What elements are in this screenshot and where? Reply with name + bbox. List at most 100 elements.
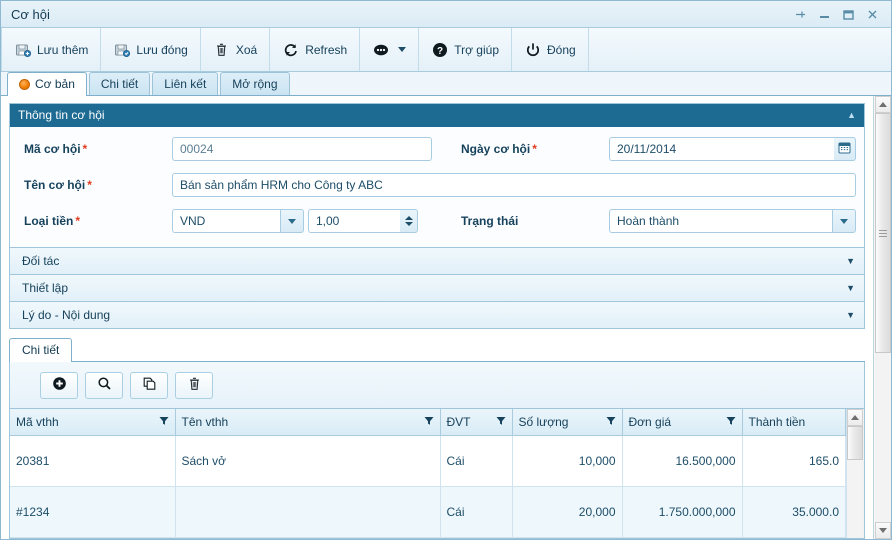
tab-chi-tiet-label: Chi tiết — [100, 77, 139, 91]
table-header-row: Mã vthh Tên vthh ĐVT Số lượng Đơn giá Th… — [10, 409, 846, 436]
filter-icon[interactable] — [726, 415, 736, 429]
loai-tien-dropdown-button[interactable] — [280, 209, 304, 233]
detail-tabs: Chi tiết — [9, 338, 865, 362]
stepper-down-icon[interactable] — [404, 222, 413, 226]
stepper-up-icon[interactable] — [404, 216, 413, 220]
minimize-window-icon[interactable] — [818, 8, 831, 21]
cell-ma-vthh[interactable]: 20381 — [10, 435, 176, 487]
delete-label: Xoá — [235, 42, 258, 57]
close-label: Đóng — [547, 42, 576, 57]
toolbar-filler — [589, 28, 891, 71]
table-row[interactable]: 20381 Sách vở Cái 10,000 16.500,000 165.… — [10, 435, 846, 487]
calendar-button[interactable] — [834, 137, 856, 161]
trang-thai-label: Trạng thái — [461, 214, 609, 228]
refresh-label: Refresh — [305, 42, 348, 57]
window-controls — [794, 8, 885, 21]
save-close-button[interactable]: Lưu đóng — [101, 28, 201, 71]
filter-icon[interactable] — [424, 415, 434, 429]
cell-don-gia[interactable]: 1.750.000,000 — [622, 486, 743, 538]
scroll-down-button[interactable] — [874, 522, 891, 539]
grid-scroll-up-button[interactable] — [847, 409, 863, 426]
info-panel-body: Mã cơ hội * 00024 Ngày cơ hội * 20/11/2014 — [10, 127, 864, 247]
add-row-button[interactable] — [40, 371, 78, 399]
pin-window-icon[interactable] — [794, 8, 807, 21]
col-thanh-tien[interactable]: Thành tiền — [742, 409, 846, 436]
cell-don-gia[interactable]: 16.500,000 — [622, 435, 743, 487]
scroll-track[interactable] — [874, 113, 891, 522]
loai-tien-value[interactable]: VND — [172, 209, 280, 233]
trang-thai-dropdown-button[interactable] — [832, 209, 856, 233]
form-area: Thông tin cơ hội ▲ Mã cơ hội * 00024 Ngà… — [1, 96, 873, 248]
section-ly-do-noi-dung[interactable]: Lý do - Nội dung ▼ — [9, 302, 865, 329]
refresh-button[interactable]: Refresh — [270, 28, 361, 71]
grid-vertical-scrollbar[interactable] — [846, 409, 864, 538]
col-ma-vthh[interactable]: Mã vthh — [10, 409, 176, 436]
filter-icon[interactable] — [159, 415, 169, 429]
chevron-down-icon: ▼ — [846, 255, 855, 266]
col-ten-vthh[interactable]: Tên vthh — [175, 409, 441, 436]
ma-co-hoi-input[interactable]: 00024 — [172, 137, 432, 161]
delete-row-button[interactable] — [175, 371, 213, 399]
section-thiet-lap[interactable]: Thiết lập ▼ — [9, 275, 865, 302]
form-row-3: Loại tiền * VND 1,00 Trạng thái Hoàn thà… — [24, 209, 856, 233]
copy-button[interactable] — [130, 371, 168, 399]
ty-gia-input[interactable]: 1,00 — [308, 209, 400, 233]
form-vertical-scrollbar[interactable] — [873, 96, 891, 539]
cell-thanh-tien[interactable]: 165.0 — [742, 435, 846, 487]
col-dvt[interactable]: ĐVT — [440, 409, 513, 436]
table-row[interactable]: #1234 Cái 20,000 1.750.000,000 35.000.0 — [10, 486, 846, 538]
trang-thai-combo[interactable]: Hoàn thành — [609, 209, 856, 233]
col-so-luong-label: Số lượng — [518, 415, 569, 429]
cell-so-luong[interactable]: 10,000 — [512, 435, 623, 487]
main-toolbar: Lưu thêm Lưu đóng Xoá Refresh ? Trợ giúp… — [1, 28, 891, 72]
cell-dvt[interactable]: Cái — [440, 435, 513, 487]
cell-dvt[interactable]: Cái — [440, 486, 513, 538]
triangle-down-icon — [878, 528, 887, 533]
close-window-icon[interactable] — [866, 8, 879, 21]
section-doi-tac-label: Đối tác — [22, 253, 60, 268]
filter-icon[interactable] — [496, 415, 506, 429]
tab-lien-ket[interactable]: Liên kết — [152, 72, 219, 95]
col-thanh-tien-label: Thành tiền — [748, 415, 806, 429]
col-dvt-label: ĐVT — [446, 415, 471, 429]
scroll-thumb[interactable] — [874, 113, 891, 353]
tab-chi-tiet[interactable]: Chi tiết — [88, 72, 151, 95]
col-don-gia[interactable]: Đơn giá — [622, 409, 743, 436]
trang-thai-value[interactable]: Hoàn thành — [609, 209, 832, 233]
tab-mo-rong[interactable]: Mở rộng — [220, 72, 290, 95]
detail-tab-chi-tiet[interactable]: Chi tiết — [9, 338, 73, 362]
help-button[interactable]: ? Trợ giúp — [419, 28, 512, 71]
scroll-up-button[interactable] — [874, 96, 891, 113]
cell-ma-vthh[interactable]: #1234 — [10, 486, 176, 538]
ten-co-hoi-input[interactable]: Bán sản phẩm HRM cho Công ty ABC — [172, 173, 856, 197]
ngay-co-hoi-input[interactable]: 20/11/2014 — [609, 137, 834, 161]
grid-scroll-thumb[interactable] — [847, 426, 863, 460]
section-doi-tac[interactable]: Đối tác ▼ — [9, 248, 865, 275]
loai-tien-combo[interactable]: VND — [172, 209, 304, 233]
close-button[interactable]: Đóng — [512, 28, 589, 71]
cell-thanh-tien[interactable]: 35.000.0 — [742, 486, 846, 538]
info-panel-title: Thông tin cơ hội — [18, 108, 105, 122]
cell-ten-vthh[interactable]: Sách vở — [175, 435, 441, 487]
col-ma-vthh-label: Mã vthh — [16, 415, 59, 429]
tab-co-ban[interactable]: Cơ bản — [7, 72, 87, 96]
cell-so-luong[interactable]: 20,000 — [512, 486, 623, 538]
save-add-button[interactable]: Lưu thêm — [1, 28, 102, 71]
cell-ten-vthh[interactable] — [175, 486, 441, 538]
detail-tab-label: Chi tiết — [22, 343, 60, 357]
col-don-gia-label: Đơn giá — [628, 415, 672, 429]
search-button[interactable] — [85, 371, 123, 399]
ty-gia-stepper[interactable] — [400, 209, 418, 233]
form-row-2: Tên cơ hội * Bán sản phẩm HRM cho Công ty… — [24, 173, 856, 197]
required-mark: * — [532, 142, 537, 156]
form-content: Thông tin cơ hội ▲ Mã cơ hội * 00024 Ngà… — [1, 96, 873, 539]
main-tabs: Cơ bản Chi tiết Liên kết Mở rộng — [1, 72, 891, 96]
detail-section: Chi tiết Mã vthh Tên vthh ĐVT Số lượng Đ… — [9, 338, 865, 539]
maximize-window-icon[interactable] — [842, 8, 855, 21]
filter-icon[interactable] — [606, 415, 616, 429]
more-actions-button[interactable] — [360, 28, 420, 71]
col-so-luong[interactable]: Số lượng — [512, 409, 623, 436]
grid-scroll-track[interactable] — [847, 426, 863, 538]
delete-button[interactable]: Xoá — [201, 28, 271, 71]
info-panel-header[interactable]: Thông tin cơ hội ▲ — [10, 104, 864, 127]
